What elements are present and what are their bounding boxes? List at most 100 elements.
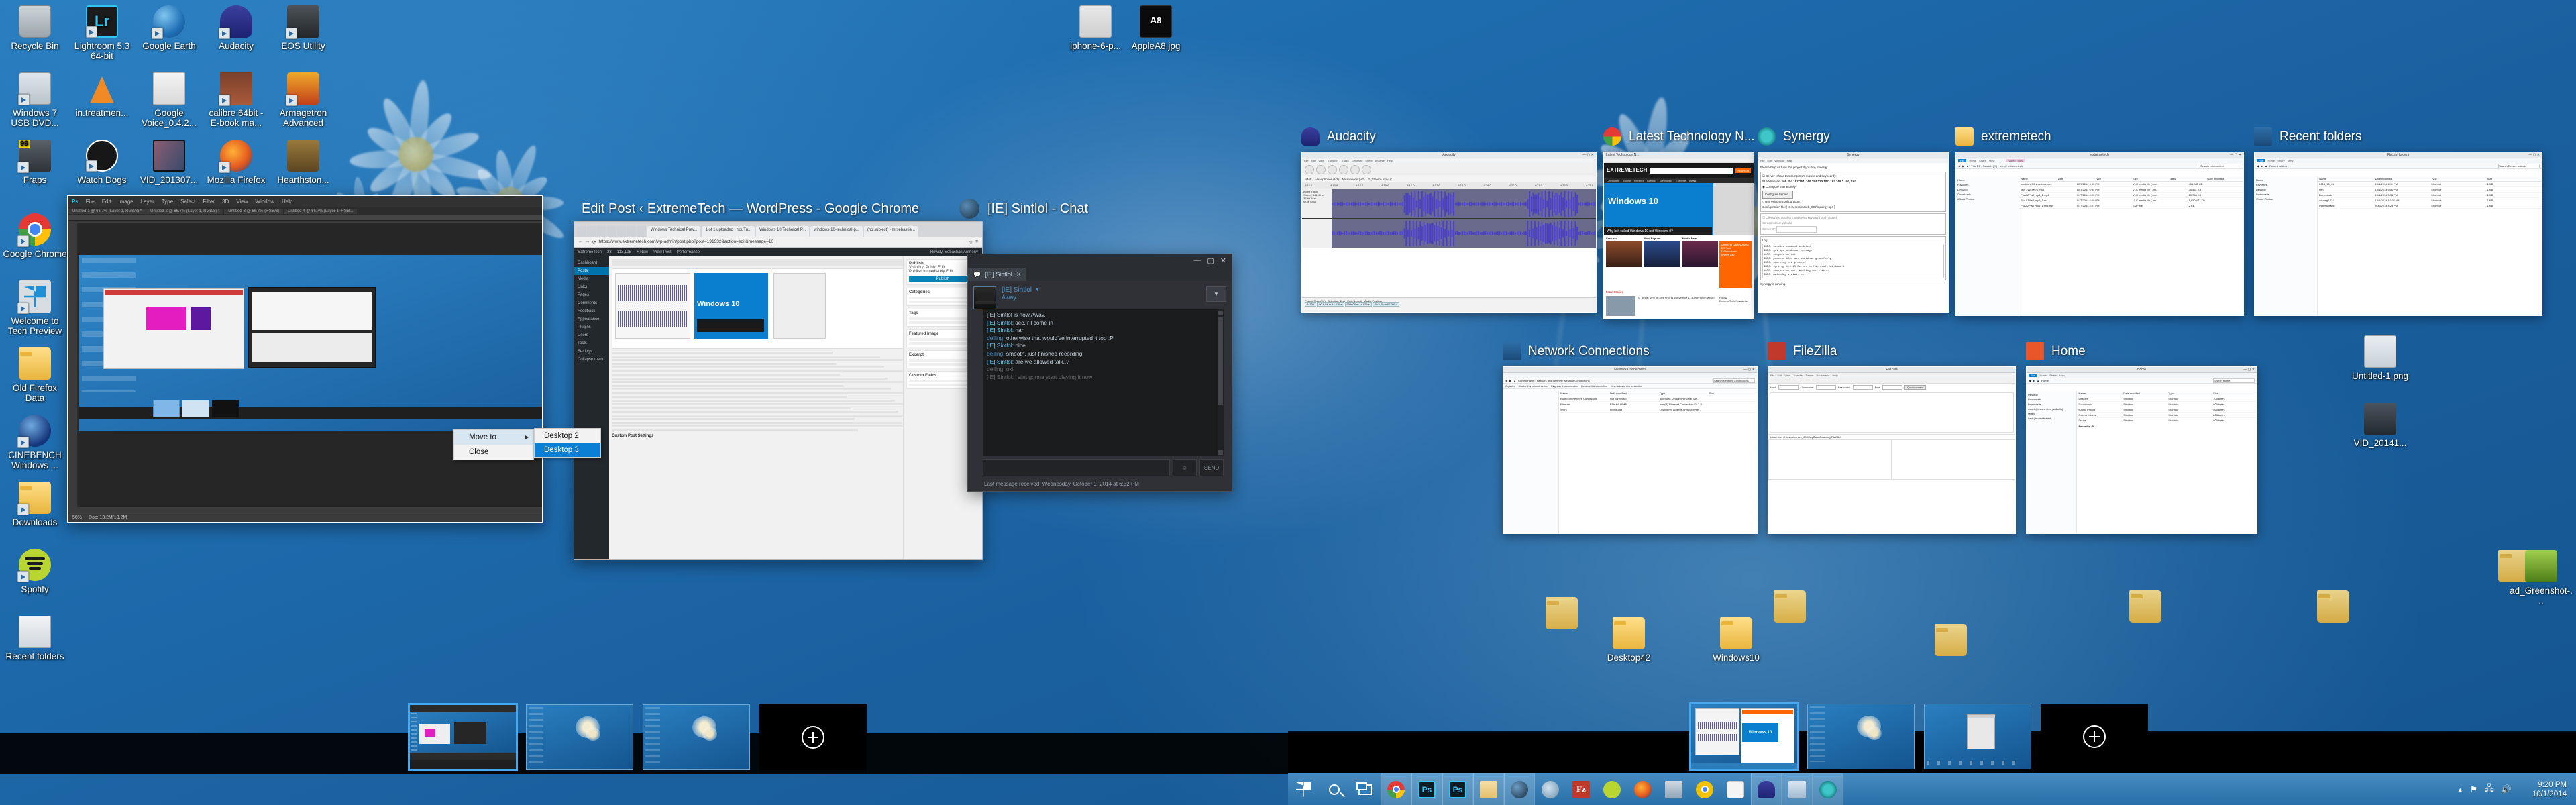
search-input[interactable]: Search Network Connections [1713,378,1755,383]
column-headers[interactable]: Name Date modified Type Size [2318,176,2542,182]
photoshop-window[interactable]: Ps File Edit Image Layer Type Select Filter 3D Vi… [67,195,543,523]
wp-sidebar-item[interactable]: Collapse menu [574,356,609,364]
task-view-item[interactable]: Network Connections Network Connections — … [1503,342,1758,534]
photoshop-menu-item[interactable]: View [236,199,248,205]
chrome-pinned-tab[interactable] [597,226,606,237]
desktop-icon[interactable]: Lr Lightroom 5.3 64-bit [70,5,134,61]
chrome-window[interactable]: Windows Technical Prev... 1 of 1 uploaded… [574,221,983,560]
wp-adminbar-item[interactable]: + New [637,250,648,254]
desktop-icon[interactable]: iphone-6-p... [1063,5,1128,51]
wordpress-admin-sidebar[interactable]: Dashboard Posts Media Links Pages Comments Fee… [574,256,609,559]
wp-sidebar-item[interactable]: Links [574,283,609,291]
wordpress-admin-bar[interactable]: ExtremeTech 23 113,195 + New View Post Perfor… [574,248,982,256]
wp-sidebar-item[interactable]: Media [574,275,609,283]
system-tray[interactable]: ▲ ⚑ 🖧 🔊 [2457,782,2512,797]
show-hidden-icons[interactable]: ▲ [2457,786,2463,793]
column-headers[interactable]: Name Date Type Size Tags Date modified [2019,176,2243,182]
friend-name[interactable]: [IE] Sintlol [1002,286,1032,294]
search-button[interactable] [1319,773,1350,805]
wp-adminbar-item[interactable]: 113,195 [617,250,631,254]
start-button[interactable] [1288,773,1319,805]
audacity-selection-toolbar[interactable]: Project Rate (Hz) Selection Start End / … [1302,297,1596,312]
photoshop-menu-item[interactable]: Type [162,199,173,205]
back-icon[interactable]: ◀ [1505,379,1507,382]
desktop-icon[interactable]: Armagetron Advanced [271,72,335,128]
filezilla-quickconnect-bar[interactable]: Host: Username: Password: Port: Quickconnect [1768,384,2015,391]
steam-taskbar-button[interactable] [1504,773,1535,805]
nav-item[interactable]: Downloads [1957,192,2017,197]
wp-publish-button[interactable]: Publish [909,276,977,282]
chrome-menu-icon[interactable]: ≡ [975,239,978,244]
table-row[interactable]: Wi-Fi hrothEdge Qualcomm Atheros AR956x Wi… [1559,407,1757,413]
filezilla-taskbar-button[interactable]: Fz [1566,773,1597,805]
task-view-thumbnail[interactable]: Latest Technology N... EXTREMETECH SEARCH C… [1603,152,1754,319]
desktop-thumbnail[interactable] [643,704,750,770]
forward-icon[interactable]: ▶ [1962,164,1964,168]
table-row[interactable]: 2014_10_01 10/1/2014 6:11 PM Shortcut 1 KB [2318,182,2542,187]
nav-item[interactable]: Home [1957,178,2017,182]
table-row[interactable]: P1A12P-s2.mp4_1.mp4 9/17/2014 4:03 PM VLC … [2019,193,2243,198]
desktop-icon[interactable]: calibre 64bit - E-book ma... [204,72,268,128]
story-tiles[interactable]: Samsung Galaxy Alpha $29 Tariff $499/up fr… [1604,241,1754,288]
explorer-addressbar[interactable]: ◀ ▶ ▲ Home Search Home [2027,378,2257,384]
desktop-icon[interactable]: Recent folders [3,616,67,661]
wp-sidebar-item[interactable]: Settings [574,347,609,356]
desktop-icon[interactable]: ad_Greenshot-... [2509,550,2573,606]
flag-icon[interactable]: ⚑ [2470,784,2478,795]
synergy-taskbar-button[interactable] [1813,773,1843,805]
nav-item[interactable]: Favorites [2256,182,2316,187]
table-row[interactable]: Downloads 10/1/2014 5:34 PM Shortcut 1 KB [2318,193,2542,198]
tab-close-icon[interactable]: ✕ [1016,271,1022,278]
explorer-ribbon-tabs[interactable]: File Home Share View [2255,158,2542,163]
photoshop-document-tab[interactable]: Untitled-4 @ 66.7% (Layer 1, RGB... [284,208,358,214]
nav-item[interactable]: Downloads [2256,192,2316,197]
photoshop-document-tab[interactable]: Untitled-2 @ 66.7% (Layer 1, RGB/8) * [146,208,224,214]
context-menu-item-close[interactable]: Close [454,445,533,460]
left-desktop-switcher[interactable] [408,700,867,774]
desktop-icon[interactable]: Audacity [204,5,268,51]
chrome-pinned-tab[interactable] [607,226,616,237]
explorer-navpane[interactable]: Home Favorites Desktop Downloads iCloud Phot… [2255,176,2318,315]
chrome-pinned-tab[interactable] [577,226,586,237]
task-view-item[interactable]: Audacity Audacity — ▢ ✕ File Edit View Transpo… [1301,127,1597,313]
task-view-thumbnail[interactable]: extremetech — ▢ ✕ File Home Share View Video T… [1955,152,2244,316]
table-row[interactable]: seb 10/1/2014 5:50 PM Shortcut 1 KB [2318,187,2542,193]
desktop-icon[interactable]: Mozilla Firefox [204,140,268,185]
new-desktop-button[interactable] [759,704,867,770]
desktop-icon[interactable]: Recycle Bin [3,5,67,51]
maximize-icon[interactable]: ▢ [1207,256,1214,265]
task-view-thumbnail[interactable]: Network Connections — ▢ ✕ ◀ ▶ ▲ Control Panel… [1503,366,1758,534]
explorer-navpane[interactable]: Home Favorites Desktop Downloads iCloud Phot… [1956,176,2020,315]
nav-item[interactable]: Downloads [2028,402,2075,407]
desktop-icon[interactable]: Downloads [3,482,67,527]
mini-menubar[interactable]: File Edit View Transfer Server Bookmarks Help [1768,373,2015,378]
photoshop-icon-small[interactable]: Ps [72,199,78,205]
task-view-button[interactable] [1350,773,1381,805]
mini-menubar[interactable]: File Edit Window Help [1758,158,1948,163]
photoshop-menubar[interactable]: Ps File Edit Image Layer Type Select Filter 3D Vi… [68,196,542,207]
chrome-omnibox-row[interactable]: ← → ⟳ https://www.extremetech.com/wp-adm… [574,237,982,248]
chrome-apps-taskbar-button[interactable] [1720,773,1751,805]
explorer-navpane[interactable]: Desktop Documents Downloads mrseb@mrsee.com… [2027,391,2078,533]
table-row[interactable]: minpeg1 TV 10/1/2014 10:05 AM Shortcut 1 KB [2318,198,2542,203]
move-to-submenu[interactable]: Desktop 2 Desktop 3 [534,428,601,458]
chat-message-input[interactable] [983,459,1170,476]
desktop-thumbnail[interactable] [408,703,518,771]
steam-chat-window[interactable]: — ▢ ✕ 💬 [IE] Sintlol ✕ [IE] Sintlol ▼ Aw… [967,254,1232,492]
desktop-thumbnail[interactable] [1807,704,1915,769]
emoticon-icon[interactable]: ☺ [1173,459,1197,476]
photoshop-menu-item[interactable]: Window [256,199,274,205]
wp-adminbar-item[interactable]: View Post [653,250,672,254]
desktop-icon[interactable]: Spotify [3,549,67,594]
desktop-icon[interactable]: 99 Fraps [3,140,67,185]
table-row[interactable]: Downloads Shortcut Shortcut 809 bytes [2077,402,2257,407]
task-view-thumbnail[interactable]: Home — ▢ ✕ File Home Share View ◀ ▶ ▲ Home Search … [2026,366,2257,534]
task-view-item[interactable]: extremetech extremetech — ▢ ✕ File Home Share… [1955,127,2244,316]
task-view-thumbnail[interactable]: Audacity — ▢ ✕ File Edit View Transport Tracks… [1301,152,1597,313]
desktop-icon[interactable]: Old Firefox Data [3,347,67,403]
table-row[interactable]: MV_2WEMOS.mp4 10/1/2014 6:34 PM VLC media … [2019,187,2243,193]
task-view-item[interactable]: FileZilla FileZilla File Edit View Transfer Se… [1768,342,2016,534]
table-row[interactable]: Drives Shortcut Shortcut 809 bytes [2077,418,2257,423]
synergy-client-group[interactable]: ☐ Client (use another computer's keyboar… [1760,213,1946,235]
taskbar-clock[interactable]: 9:20 PM 10/1/2014 [2532,780,2567,799]
